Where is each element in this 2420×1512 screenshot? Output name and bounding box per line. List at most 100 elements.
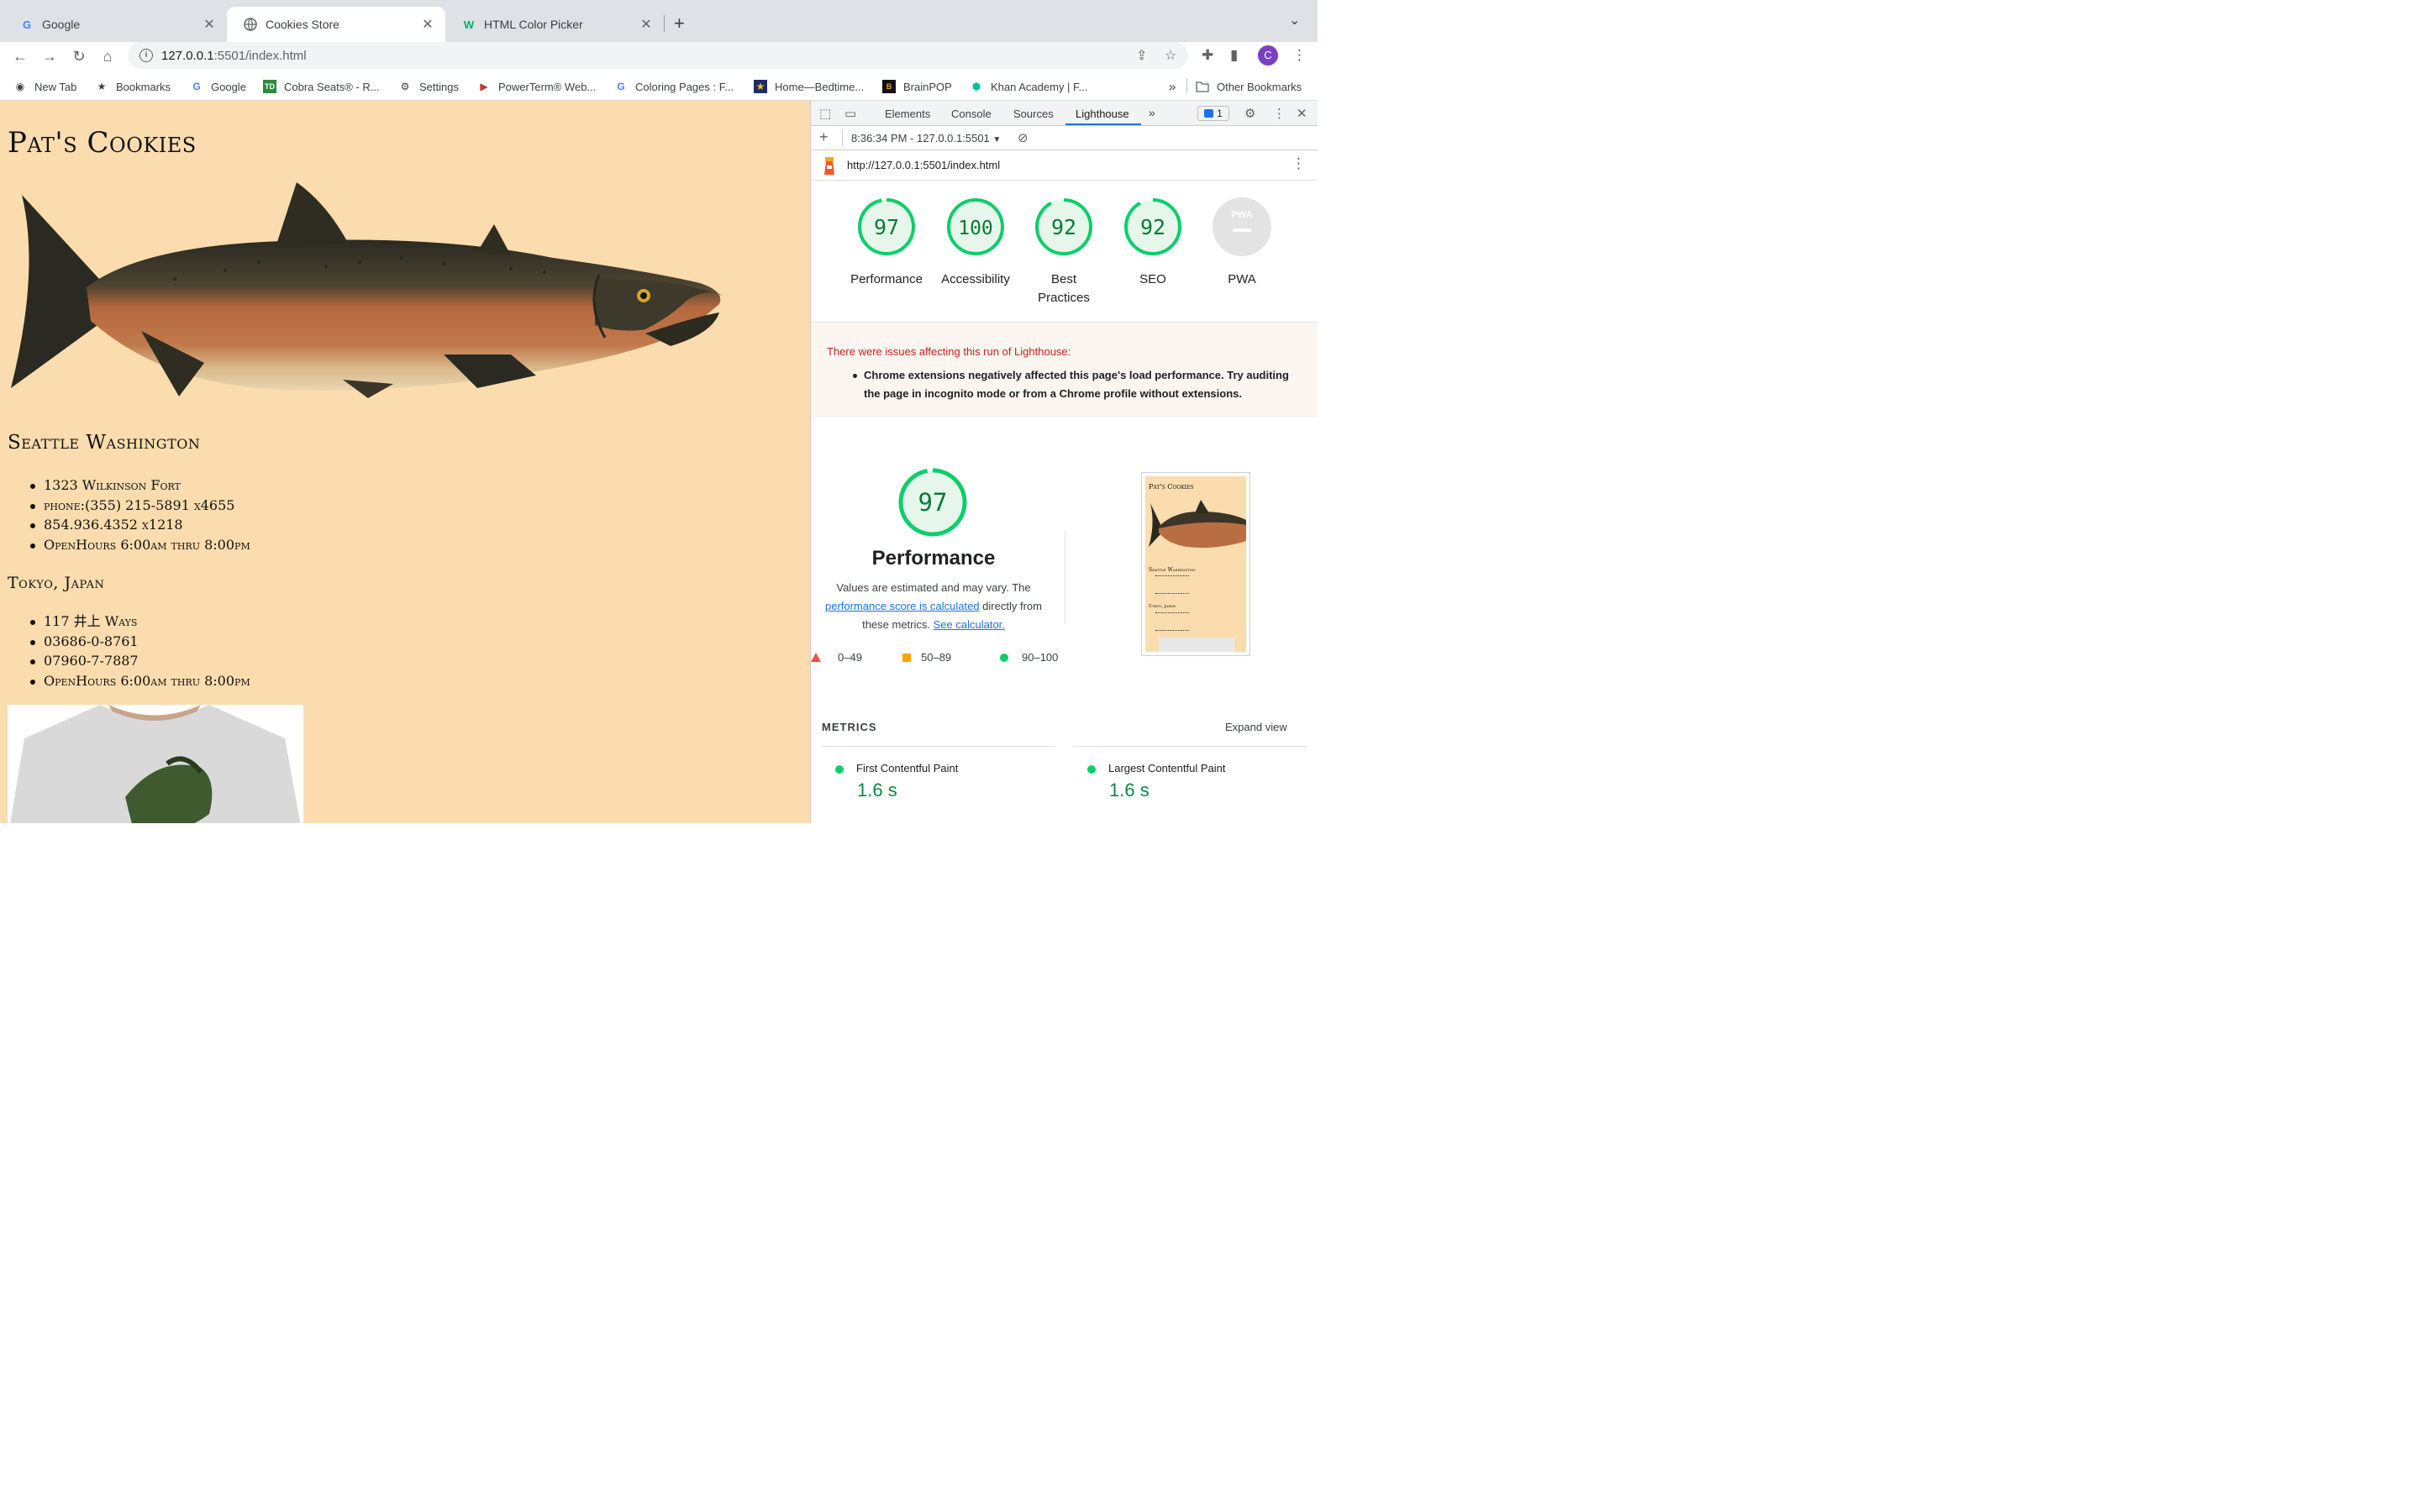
bookmark-coloring-pages[interactable]: G Coloring Pages : F... <box>614 78 734 95</box>
see-calculator-link[interactable]: See calculator. <box>934 618 1005 631</box>
menu-icon[interactable]: ⋮ <box>1292 47 1307 64</box>
bookmark-cobra-seats[interactable]: TD Cobra Seats® - R... <box>263 78 380 95</box>
performance-description: Values are estimated and may vary. The p… <box>819 579 1048 634</box>
add-icon[interactable]: + <box>819 129 829 146</box>
report-selector[interactable]: 8:36:34 PM - 127.0.0.1:5501 ▼ <box>851 132 1001 144</box>
tab-title: Google <box>42 18 81 31</box>
share-icon[interactable]: ⇪ <box>1136 47 1147 64</box>
tab-console[interactable]: Console <box>951 108 992 120</box>
devtools-tabbar: ⬚ ▭ Elements Console Sources Lighthouse … <box>811 101 1318 126</box>
thumb-list <box>1155 575 1189 594</box>
other-bookmarks[interactable]: Other Bookmarks <box>1196 78 1302 95</box>
back-button[interactable]: ← <box>8 45 32 68</box>
orange-square-icon <box>902 653 911 662</box>
side-panel-icon[interactable]: ▮ <box>1230 47 1238 64</box>
bookmark-settings[interactable]: ⚙ Settings <box>398 78 459 95</box>
active-tab-indicator <box>1065 123 1141 125</box>
bookmark-brainpop[interactable]: B BrainPOP <box>882 78 952 95</box>
metric-lcp: Largest Contentful Paint <box>1087 762 1225 774</box>
tab-cookies-store[interactable]: Cookies Store ✕ <box>227 7 445 42</box>
tab-elements[interactable]: Elements <box>885 108 930 120</box>
extensions-icon[interactable]: ✚ <box>1202 47 1213 64</box>
close-icon[interactable]: ✕ <box>1297 106 1307 121</box>
tab-google[interactable]: G Google ✕ <box>3 7 227 42</box>
gauge-best-practices[interactable]: 92 Best Practices <box>1018 197 1110 307</box>
bookmark-home-bedtime[interactable]: ★ Home—Bedtime... <box>754 78 864 95</box>
more-tabs-button[interactable]: » <box>1149 106 1155 119</box>
kebab-menu-icon[interactable]: ⋮ <box>1292 155 1306 172</box>
bookmark-bookmarks[interactable]: ★ Bookmarks <box>95 78 171 95</box>
gear-icon[interactable]: ⚙ <box>1244 106 1255 121</box>
clear-icon[interactable]: ⊘ <box>1018 130 1028 145</box>
bookmark-khan-academy[interactable]: ⬢ Khan Academy | F... <box>970 78 1088 95</box>
close-icon[interactable]: ✕ <box>639 16 654 33</box>
khan-favicon: ⬢ <box>971 81 981 92</box>
toolbar: ← → ↻ ⌂ i 127.0.0.1:5501/index.html ⇪ ☆ … <box>0 42 1318 72</box>
gauge-ring: 92 <box>1124 198 1181 255</box>
caret-down-icon: ▼ <box>992 135 1002 144</box>
bookmark-powerterm[interactable]: ▶ PowerTerm® Web... <box>477 78 596 95</box>
info-icon[interactable]: i <box>139 49 153 62</box>
star-badge-favicon: ★ <box>754 80 767 93</box>
address-bar[interactable]: i 127.0.0.1:5501/index.html ⇪ ☆ <box>128 42 1188 69</box>
bookmark-label: Cobra Seats® - R... <box>284 80 380 93</box>
warning-text: Chrome extensions negatively affected th… <box>864 369 1289 400</box>
score-value: 92 <box>1140 215 1165 239</box>
expand-view-toggle[interactable]: Expand view <box>1225 721 1287 733</box>
google-favicon: G <box>617 81 625 92</box>
report-url[interactable]: http://127.0.0.1:5501/index.html <box>847 159 1000 171</box>
thumb-salmon-image <box>1149 500 1246 549</box>
gear-icon: ⚙ <box>400 81 410 92</box>
score-value: 100 <box>958 218 993 239</box>
new-tab-button[interactable]: + <box>674 13 685 34</box>
tab-sources[interactable]: Sources <box>1013 108 1054 120</box>
close-icon[interactable]: ✕ <box>202 16 217 33</box>
gauge-accessibility[interactable]: 100 Accessibility <box>929 197 1022 289</box>
bookmark-label: PowerTerm® Web... <box>498 80 597 93</box>
gauge-ring: 92 <box>1035 198 1092 255</box>
avatar[interactable]: C <box>1258 45 1278 66</box>
message-icon <box>1204 109 1214 118</box>
lighthouse-toolbar: + 8:36:34 PM - 127.0.0.1:5501 ▼ ⊘ <box>811 126 1318 150</box>
device-toolbar-icon[interactable]: ▭ <box>844 106 856 121</box>
inspect-icon[interactable]: ⬚ <box>819 106 831 121</box>
forward-button[interactable]: → <box>38 45 61 68</box>
web-page: Pat's Cookies Seattle Washington 1323 Wi… <box>0 101 810 823</box>
score-label: Best Practices <box>1038 272 1090 305</box>
divider <box>822 746 1055 747</box>
star-icon[interactable]: ☆ <box>1165 47 1176 64</box>
tab-html-color-picker[interactable]: W HTML Color Picker ✕ <box>445 7 664 42</box>
legend-label: 90–100 <box>1022 651 1059 664</box>
kebab-menu-icon[interactable]: ⋮ <box>1273 106 1286 121</box>
green-circle-icon <box>835 764 844 774</box>
thumb-title: Pat's Cookies <box>1149 483 1194 491</box>
page-screenshot-thumbnail[interactable]: Pat's Cookies Seattle Washington Tokyo, … <box>1141 472 1250 656</box>
gauge-seo[interactable]: 92 SEO <box>1107 197 1199 289</box>
home-button[interactable]: ⌂ <box>96 45 119 68</box>
score-label: SEO <box>1139 272 1166 286</box>
gauge-pwa[interactable]: PWA PWA <box>1196 197 1288 289</box>
page-title: Pat's Cookies <box>8 126 197 160</box>
overflow-label: » <box>1169 79 1176 94</box>
google-favicon: G <box>22 18 32 31</box>
score-value: 92 <box>1051 215 1076 239</box>
salmon-image <box>11 182 723 398</box>
devtools-panel: ⬚ ▭ Elements Console Sources Lighthouse … <box>810 101 1318 823</box>
close-icon[interactable]: ✕ <box>420 16 435 33</box>
bookmark-label: BrainPOP <box>903 80 952 93</box>
gauge-performance[interactable]: 97 Performance <box>840 197 933 289</box>
bookmarks-overflow-button[interactable]: » <box>1169 78 1176 95</box>
bookmark-google[interactable]: G Google <box>190 78 246 95</box>
chevron-down-icon[interactable]: ⌄ <box>1289 12 1300 29</box>
bookmark-new-tab[interactable]: ◉ New Tab <box>13 78 77 95</box>
list-item: 1323 Wilkinson Fort <box>30 475 250 496</box>
tab-lighthouse[interactable]: Lighthouse <box>1076 108 1129 120</box>
score-calculated-link[interactable]: performance score is calculated <box>825 600 980 612</box>
divider <box>1074 746 1307 747</box>
messages-badge[interactable]: 1 <box>1197 106 1229 121</box>
reload-button[interactable]: ↻ <box>67 45 91 68</box>
thumb-tshirt-image <box>1159 638 1234 652</box>
bookmark-label: Google <box>211 80 246 93</box>
description-text: Values are estimated and may vary. The <box>836 581 1031 594</box>
pwa-badge-text: PWA <box>1231 210 1252 220</box>
